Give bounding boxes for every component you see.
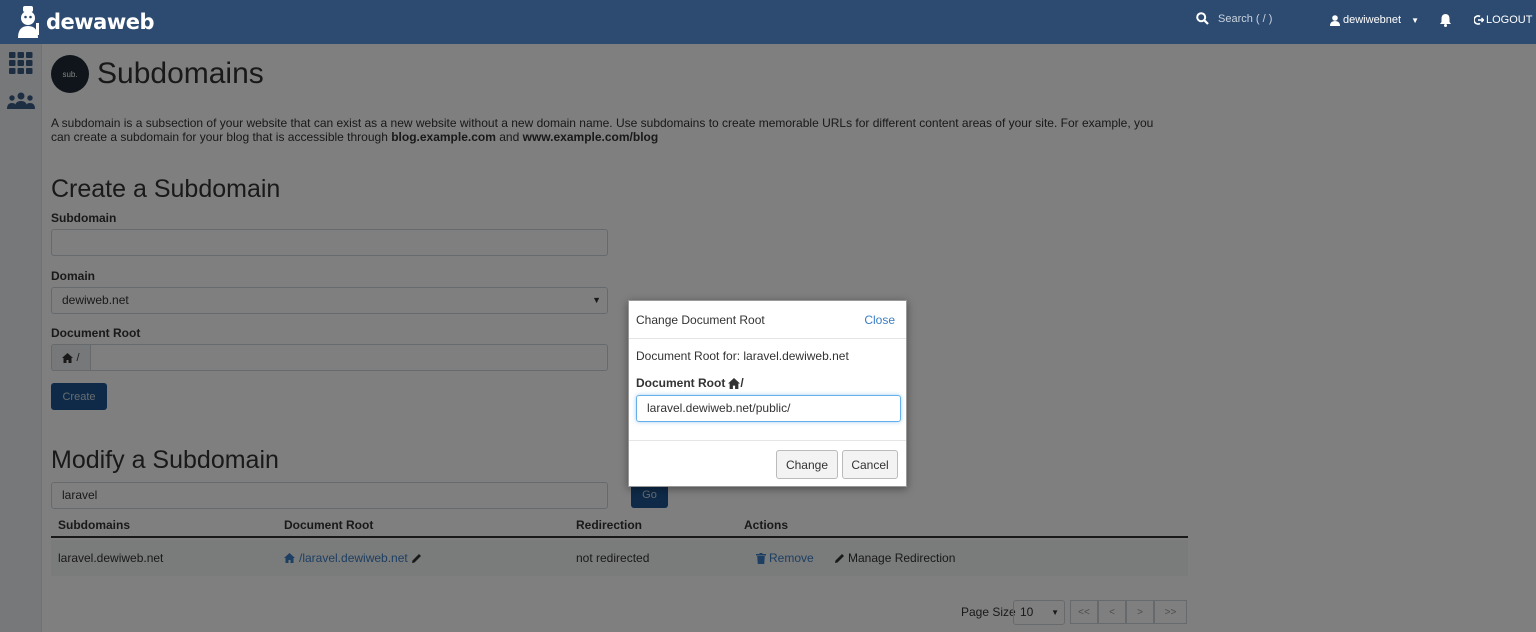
- logo-mascot-icon: [18, 6, 39, 38]
- dialog-footer: Change Cancel: [629, 441, 906, 479]
- top-navbar: dewaweb Search ( / ) dewiwebnet ▼ LOGOUT: [0, 0, 1536, 44]
- change-button[interactable]: Change: [776, 450, 838, 479]
- logo-text: dewaweb: [46, 10, 155, 34]
- dialog-header: Change Document Root Close: [629, 301, 906, 339]
- global-search[interactable]: Search ( / ): [1196, 12, 1272, 25]
- search-icon: [1196, 12, 1209, 25]
- logout-link[interactable]: LOGOUT: [1474, 14, 1532, 26]
- home-icon: [728, 377, 741, 389]
- bell-icon[interactable]: [1439, 13, 1452, 27]
- search-placeholder[interactable]: Search ( / ): [1218, 13, 1272, 25]
- logo[interactable]: dewaweb: [14, 4, 155, 40]
- logout-label: LOGOUT: [1486, 14, 1533, 26]
- chevron-down-icon: ▼: [1411, 15, 1420, 25]
- change-docroot-dialog: Change Document Root Close Document Root…: [628, 300, 907, 487]
- docroot-field-label: Document Root /: [636, 376, 744, 390]
- username: dewiwebnet: [1343, 14, 1402, 26]
- close-link[interactable]: Close: [864, 313, 895, 327]
- user-menu[interactable]: dewiwebnet ▼: [1330, 14, 1419, 26]
- dialog-body: Document Root for: laravel.dewiweb.net D…: [629, 339, 906, 441]
- dialog-title: Change Document Root: [636, 312, 765, 327]
- logout-icon: [1474, 15, 1484, 25]
- docroot-path-input[interactable]: laravel.dewiweb.net/public/: [636, 395, 901, 422]
- user-icon: [1330, 14, 1340, 26]
- docroot-for-text: Document Root for: laravel.dewiweb.net: [636, 349, 849, 363]
- cancel-button[interactable]: Cancel: [842, 450, 898, 479]
